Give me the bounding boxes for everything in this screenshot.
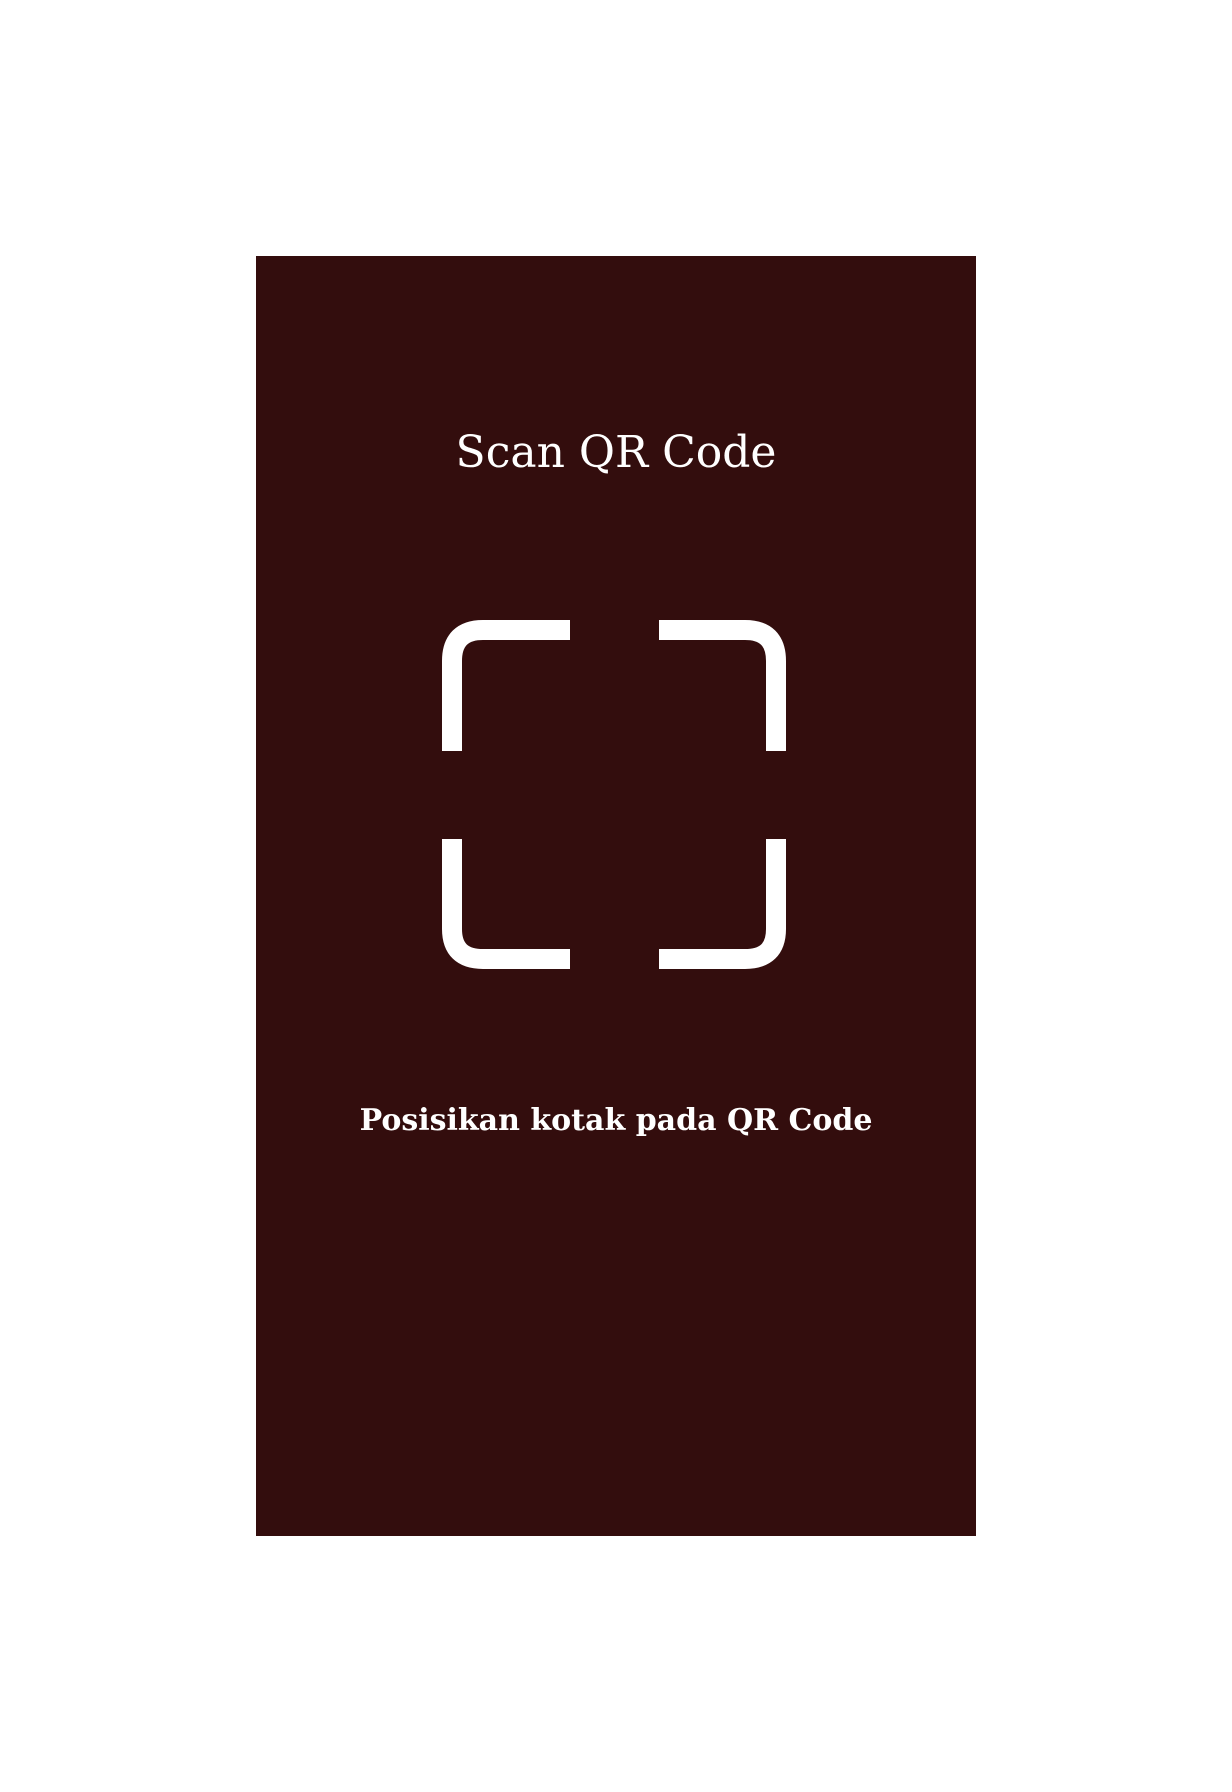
bottom-left-corner xyxy=(442,839,570,969)
scan-instruction: Posisikan kotak pada QR Code xyxy=(359,1103,873,1138)
top-left-corner xyxy=(442,620,570,751)
screen-title: Scan QR Code xyxy=(455,427,777,478)
qr-scan-frame-icon xyxy=(442,620,787,970)
bottom-right-corner xyxy=(659,839,786,969)
scan-screen: Scan QR Code Posisikan kotak pada QR Cod… xyxy=(256,256,976,1536)
page: Scan QR Code Posisikan kotak pada QR Cod… xyxy=(0,0,1232,1792)
top-right-corner xyxy=(659,620,786,751)
